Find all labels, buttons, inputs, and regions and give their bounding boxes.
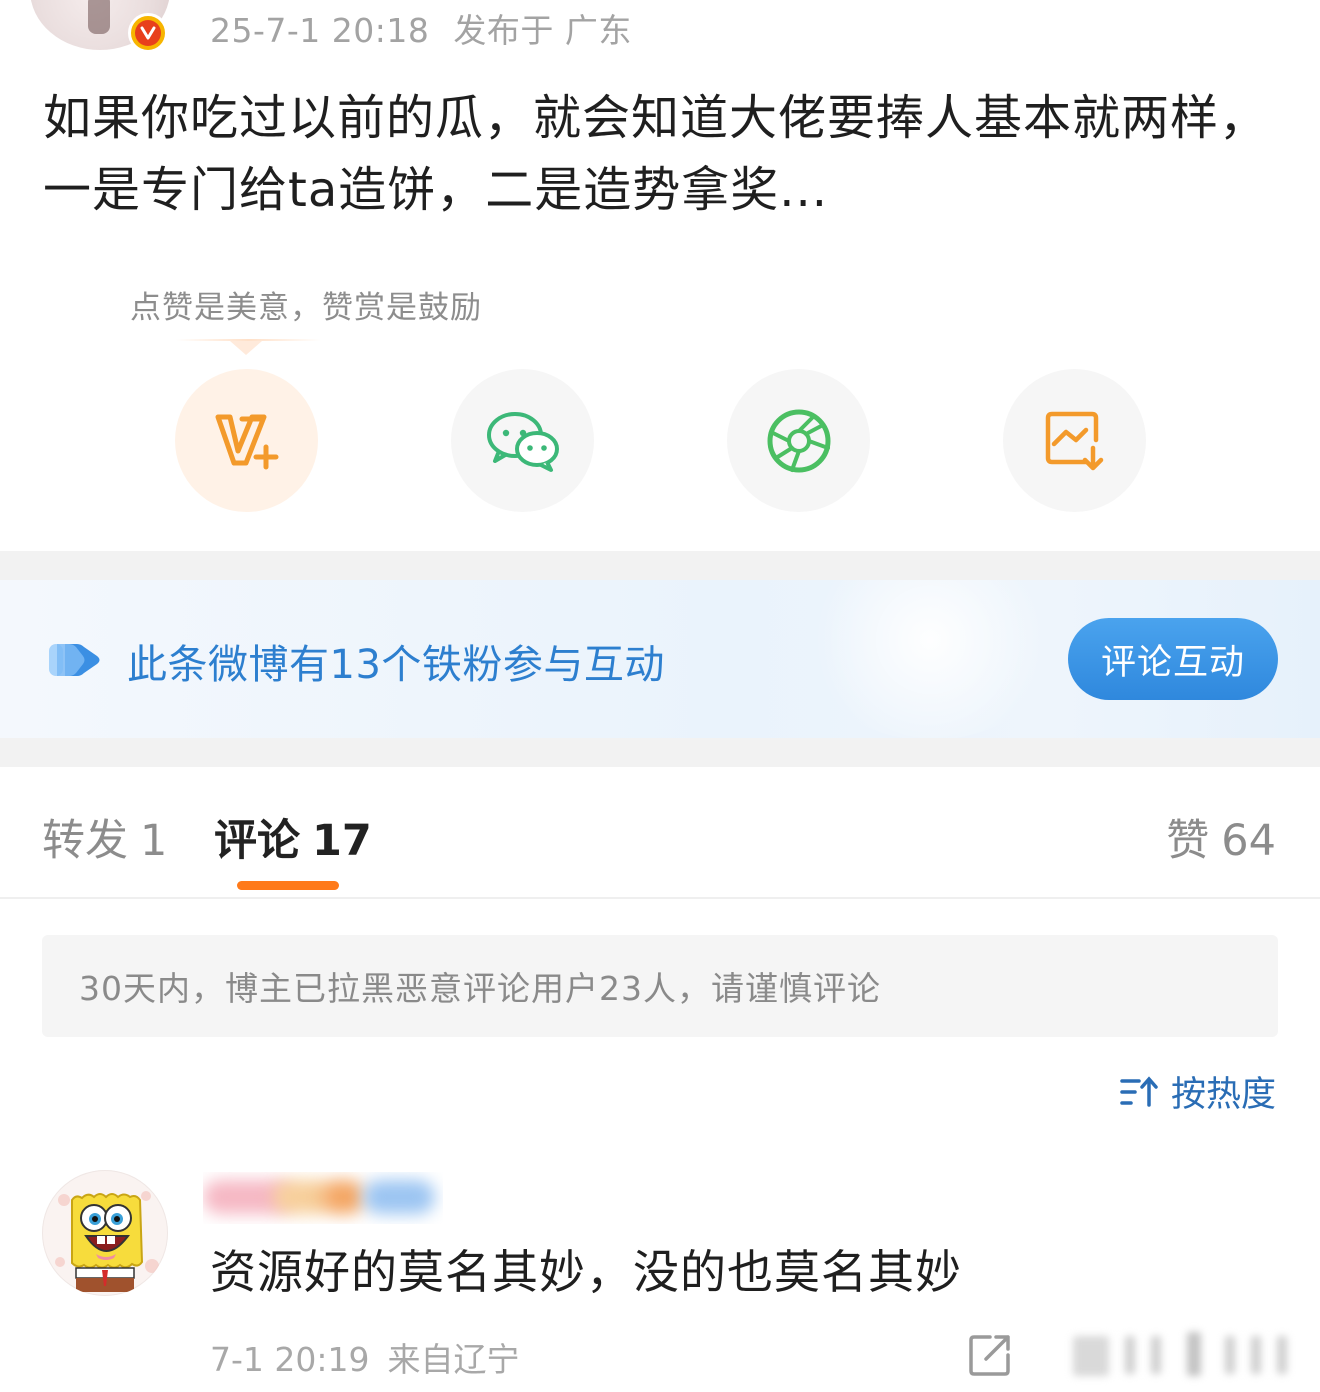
reply-icon[interactable] <box>968 1333 1012 1377</box>
save-image-button[interactable] <box>1003 369 1146 512</box>
sort-by-hot-button[interactable]: 按热度 <box>1119 1066 1276 1117</box>
post-body[interactable]: 如果你吃过以前的瓜，就会知道大佬要捧人基本就两样，一是专门给ta造饼，二是造势拿… <box>43 82 1283 226</box>
verified-badge-icon <box>128 13 168 53</box>
fan-interaction-banner[interactable]: 此条微博有13个铁粉参与互动 评论互动 <box>0 580 1320 738</box>
comment-body[interactable]: 资源好的莫名其妙，没的也莫名其妙 <box>210 1236 962 1302</box>
moments-shutter-icon <box>767 409 830 472</box>
commenter-username-blurred[interactable] <box>203 1172 443 1224</box>
commenter-avatar[interactable] <box>42 1170 168 1296</box>
tab-repost[interactable]: 转发 1 <box>42 806 167 868</box>
notice-text: 30天内，博主已拉黑恶意评论用户23人，请谨慎评论 <box>79 969 881 1008</box>
comment-meta: 7-1 20:19 来自辽宁 <box>210 1333 520 1381</box>
post-date: 25-7-1 20:18 <box>210 11 430 50</box>
tab-comments-label: 评论 <box>214 816 300 866</box>
tip-caret-icon <box>230 341 262 355</box>
comment-time: 7-1 20:19 <box>210 1340 370 1379</box>
wechat-icon <box>486 411 559 472</box>
tab-likes-count: 64 <box>1221 816 1276 866</box>
tab-likes[interactable]: 赞 64 <box>1166 806 1276 868</box>
tab-divider <box>0 897 1320 899</box>
reward-v-plus-icon <box>215 414 278 469</box>
sort-label: 按热度 <box>1170 1075 1276 1115</box>
active-tab-indicator <box>237 881 339 890</box>
tab-comments-count: 17 <box>312 816 372 866</box>
post-location: 发布于 广东 <box>453 11 632 50</box>
post-meta: 25-7-1 20:18 发布于 广东 <box>210 4 632 52</box>
comment-actions-blurred <box>1055 1330 1315 1382</box>
section-divider <box>0 738 1320 767</box>
tab-repost-label: 转发 <box>42 816 128 866</box>
comment-interact-button[interactable]: 评论互动 <box>1068 618 1278 700</box>
sort-icon <box>1120 1075 1158 1107</box>
section-divider <box>0 551 1320 580</box>
fan-banner-text: 此条微博有13个铁粉参与互动 <box>127 642 665 688</box>
fan-arrow-icon <box>49 644 100 676</box>
comment-warning-notice: 30天内，博主已拉黑恶意评论用户23人，请谨慎评论 <box>42 935 1278 1037</box>
reward-button[interactable] <box>175 369 318 512</box>
tab-comments[interactable]: 评论 17 <box>214 806 372 868</box>
save-image-icon <box>1045 411 1103 470</box>
share-moments-button[interactable] <box>727 369 870 512</box>
comment-source: 来自辽宁 <box>387 1340 520 1379</box>
tab-likes-label: 赞 <box>1166 816 1210 866</box>
spongebob-avatar-icon <box>55 1191 159 1292</box>
reward-tip: 点赞是美意，赞赏是鼓励 <box>130 290 482 326</box>
share-wechat-button[interactable] <box>451 369 594 512</box>
tab-repost-count: 1 <box>140 816 168 866</box>
